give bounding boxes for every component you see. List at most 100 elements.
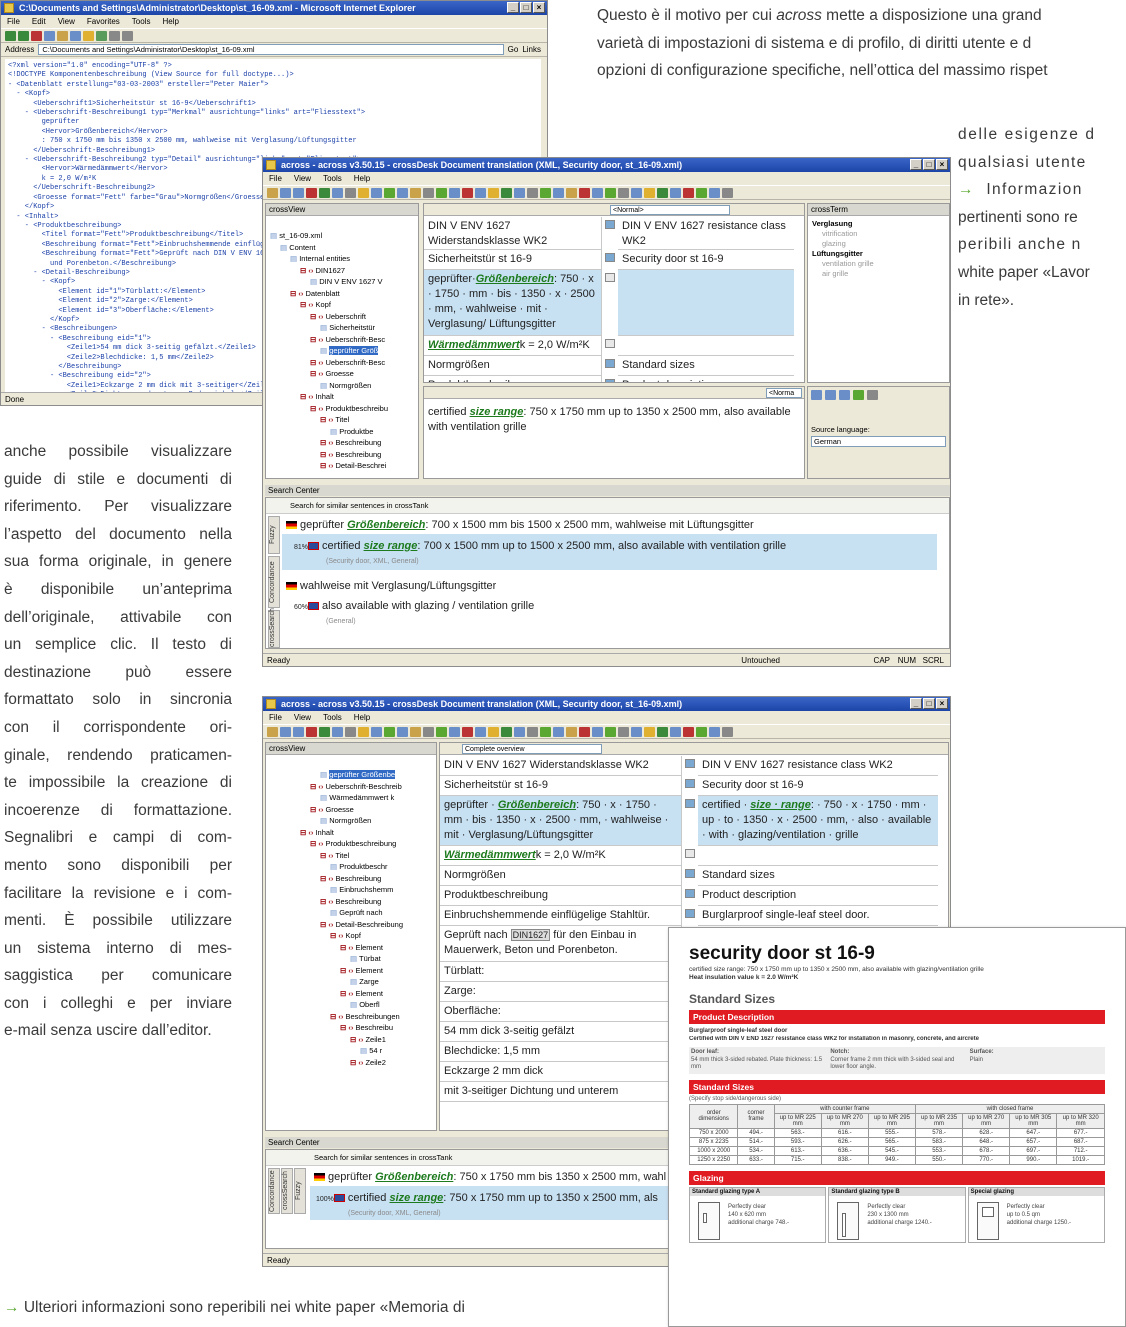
tab-concordance[interactable]: Concordance [268, 1168, 280, 1214]
tree-node[interactable]: ▤ Internal entities [270, 253, 418, 265]
term-translation[interactable]: ventilation grille [812, 259, 945, 269]
term-translation[interactable]: air grille [812, 269, 945, 279]
tree-node[interactable]: ▤ Zarge [270, 976, 436, 988]
toolbar-button-icon[interactable] [514, 187, 525, 198]
toolbar-button-icon[interactable] [423, 187, 434, 198]
toolbar-button-icon[interactable] [670, 187, 681, 198]
toolbar-button-icon[interactable] [579, 726, 590, 737]
back-icon[interactable] [5, 30, 16, 41]
tree-node[interactable]: ▤ Türbat [270, 953, 436, 965]
menu-item-tools[interactable]: Tools [132, 15, 151, 28]
print-icon[interactable] [122, 30, 133, 41]
tree-node[interactable]: ⊟ ‹› Datenblatt [270, 288, 418, 300]
toolbar-button-icon[interactable] [436, 726, 447, 737]
source-segment[interactable]: Wärmedämmwertk = 2,0 W/m²K [424, 336, 602, 356]
target-segment[interactable] [698, 846, 938, 866]
toolbar-button-icon[interactable] [475, 187, 486, 198]
toolbar-button-icon[interactable] [670, 726, 681, 737]
toolbar-button-icon[interactable] [501, 187, 512, 198]
target-segment[interactable]: Product description [698, 886, 938, 906]
tree-node[interactable]: ▤ geprüfter Größenbe [270, 769, 436, 781]
toolbar-button-icon[interactable] [319, 187, 330, 198]
tree-node[interactable]: ▤ Wärmedämmwert k [270, 792, 436, 804]
toolbar-button-icon[interactable] [592, 726, 603, 737]
tree-node[interactable]: ⊟ ‹› Inhalt [270, 827, 436, 839]
toolbar-button-icon[interactable] [683, 726, 694, 737]
source-segment[interactable]: mit 3-seitiger Dichtung und unterem Bode… [440, 1082, 682, 1102]
source-segment[interactable]: Türblatt: [440, 962, 682, 982]
term-translation[interactable]: glazing [812, 239, 945, 249]
source-segment[interactable]: DIN V ENV 1627 Widerstandsklasse WK2 [440, 756, 682, 776]
tm-hit-source[interactable]: geprüfter Größenbereich: 750 x 1750 mm b… [314, 1169, 666, 1185]
toolbar-button-icon[interactable] [618, 726, 629, 737]
toolbar-button-icon[interactable] [605, 187, 616, 198]
tab-fuzzy[interactable]: Fuzzy [294, 1168, 306, 1214]
tree-node[interactable]: ⊟ ‹› Element [270, 965, 436, 977]
tree-node[interactable]: ⊟ ‹› Titel [270, 850, 436, 862]
target-segment[interactable]: DIN V ENV 1627 resistance class WK2 [698, 756, 938, 776]
target-segment[interactable]: Product description [618, 376, 794, 382]
menu-item-view[interactable]: View [294, 711, 311, 724]
menu-item-file[interactable]: File [269, 172, 282, 185]
menu-item-edit[interactable]: Edit [32, 15, 46, 28]
menu-item-view[interactable]: View [294, 172, 311, 185]
minimize-button[interactable]: _ [910, 159, 922, 170]
tree-node[interactable]: ⊟ ‹› Element [270, 988, 436, 1000]
toolbar-button-icon[interactable] [722, 726, 733, 737]
filter-icon[interactable] [839, 390, 850, 400]
toolbar-button-icon[interactable] [709, 187, 720, 198]
toolbar-button-icon[interactable] [488, 187, 499, 198]
source-segment[interactable]: Geprüft nach DIN1627 für den Einbau in M… [440, 926, 682, 962]
toolbar-button-icon[interactable] [449, 726, 460, 737]
toolbar-button-icon[interactable] [540, 187, 551, 198]
target-segment[interactable]: DIN V ENV 1627 resistance class WK2 [618, 217, 794, 250]
toolbar-button-icon[interactable] [319, 726, 330, 737]
tree-node[interactable]: ⊟ ‹› Groesse [270, 804, 436, 816]
toolbar-button-icon[interactable] [696, 726, 707, 737]
tree-node[interactable]: ▤ Normgrößen [270, 380, 418, 392]
toolbar-button-icon[interactable] [358, 726, 369, 737]
source-segment[interactable]: Produktbeschreibung [424, 376, 602, 382]
target-segment[interactable]: Security door st 16-9 [698, 776, 938, 796]
tree-node[interactable]: ⊟ ‹› Beschreibung [270, 437, 418, 449]
tree-node[interactable]: ⊟ ‹› Ueberschrift [270, 311, 418, 323]
refresh-icon[interactable] [44, 30, 55, 41]
toolbar-button-icon[interactable] [475, 726, 486, 737]
menu-item-tools[interactable]: Tools [323, 711, 342, 724]
tm-hit-2-source[interactable]: wahlweise mit Verglasung/Lüftungsgitter [286, 578, 496, 594]
toolbar-button-icon[interactable] [631, 187, 642, 198]
tree-node[interactable]: ⊟ ‹› Produktbeschreibu [270, 403, 418, 415]
toolbar-button-icon[interactable] [501, 726, 512, 737]
tree-node[interactable]: ⊟ ‹› Beschreibu [270, 1022, 436, 1034]
toolbar-button-icon[interactable] [371, 187, 382, 198]
menu-item-file[interactable]: File [7, 15, 20, 28]
toolbar-button-icon[interactable] [436, 187, 447, 198]
search-icon[interactable] [70, 30, 81, 41]
tree-node[interactable]: ⊟ ‹› Ueberschrift-Beschreib [270, 781, 436, 793]
target-segment[interactable]: Standard sizes [698, 866, 938, 886]
toolbar-button-icon[interactable] [644, 726, 655, 737]
style-select-2[interactable]: <Norma [766, 388, 802, 398]
source-segment[interactable]: Eckzarge 2 mm dick [440, 1062, 682, 1082]
menu-item-help[interactable]: Help [354, 711, 370, 724]
toolbar-button-icon[interactable] [384, 187, 395, 198]
tab-fuzzy[interactable]: Fuzzy [268, 516, 280, 554]
toolbar-button-icon[interactable] [345, 726, 356, 737]
tree-node[interactable]: ▤ Normgrößen [270, 815, 436, 827]
source-segment[interactable]: Einbruchshemmende einflügelige Stahltür. [440, 906, 682, 926]
source-segment[interactable]: Normgrößen [424, 356, 602, 376]
toolbar-button-icon[interactable] [306, 187, 317, 198]
home-icon[interactable] [57, 30, 68, 41]
toolbar-button-icon[interactable] [657, 187, 668, 198]
mail-icon[interactable] [109, 30, 120, 41]
toolbar-button-icon[interactable] [293, 726, 304, 737]
toolbar-button-icon[interactable] [306, 726, 317, 737]
toolbar-button-icon[interactable] [657, 726, 668, 737]
source-segment[interactable]: 54 mm dick 3-seitig gefälzt [440, 1022, 682, 1042]
toolbar-button-icon[interactable] [683, 187, 694, 198]
tree-node[interactable]: ⊟ ‹› Groesse [270, 368, 418, 380]
toolbar-button-icon[interactable] [280, 187, 291, 198]
toolbar-button-icon[interactable] [579, 187, 590, 198]
toolbar-button-icon[interactable] [267, 187, 278, 198]
close-button[interactable]: × [936, 698, 948, 709]
